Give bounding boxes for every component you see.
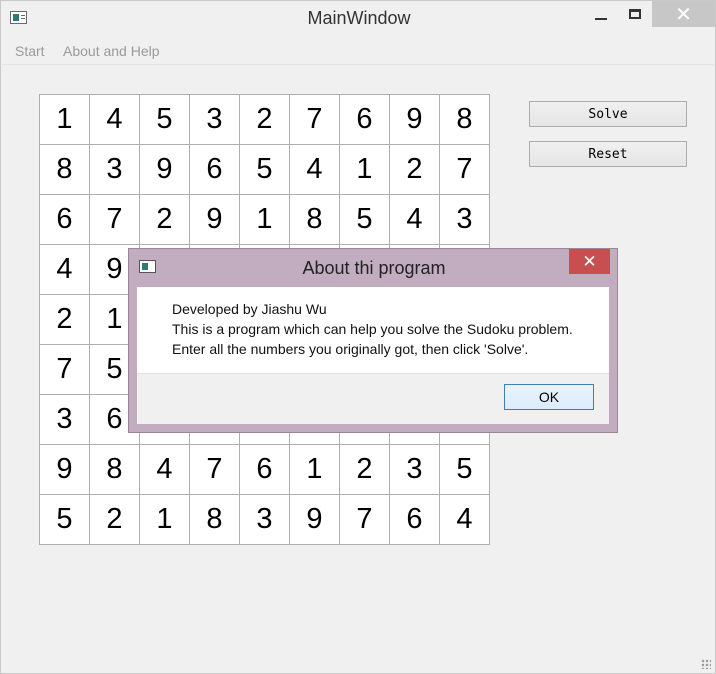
sudoku-cell[interactable]: 3 <box>439 194 490 245</box>
solve-button[interactable]: Solve <box>529 101 687 127</box>
sudoku-cell[interactable]: 2 <box>89 494 140 545</box>
sudoku-cell[interactable]: 9 <box>189 194 240 245</box>
sudoku-cell[interactable]: 9 <box>39 444 90 495</box>
dialog-message-line: Developed by Jiashu Wu <box>172 301 327 317</box>
sudoku-cell[interactable]: 5 <box>39 494 90 545</box>
sudoku-cell[interactable]: 4 <box>89 94 140 145</box>
sudoku-cell[interactable]: 3 <box>39 394 90 445</box>
sudoku-cell[interactable]: 6 <box>339 94 390 145</box>
sudoku-cell[interactable]: 5 <box>139 94 190 145</box>
menu-start[interactable]: Start <box>15 43 45 59</box>
sudoku-cell[interactable]: 4 <box>439 494 490 545</box>
sudoku-cell[interactable]: 2 <box>139 194 190 245</box>
minimize-button[interactable] <box>584 1 618 27</box>
sudoku-cell[interactable]: 8 <box>439 94 490 145</box>
sudoku-cell[interactable]: 3 <box>239 494 290 545</box>
sudoku-cell[interactable]: 4 <box>139 444 190 495</box>
sudoku-cell[interactable]: 7 <box>289 94 340 145</box>
menu-about-and-help[interactable]: About and Help <box>63 43 160 59</box>
sudoku-cell[interactable]: 2 <box>39 294 90 345</box>
minimize-icon <box>595 18 607 20</box>
sudoku-cell[interactable]: 8 <box>189 494 240 545</box>
dialog-close-button[interactable]: ✕ <box>569 249 610 274</box>
sudoku-cell[interactable]: 8 <box>289 194 340 245</box>
sudoku-cell[interactable]: 9 <box>139 144 190 195</box>
sudoku-cell[interactable]: 1 <box>39 94 90 145</box>
sudoku-cell[interactable]: 8 <box>39 144 90 195</box>
dialog-title: About thi program <box>302 258 446 278</box>
sudoku-cell[interactable]: 3 <box>389 444 440 495</box>
sudoku-cell[interactable]: 1 <box>139 494 190 545</box>
dialog-message-line: This is a program which can help you sol… <box>172 321 573 337</box>
dialog-message-area: Developed by Jiashu Wu This is a program… <box>137 287 609 373</box>
sudoku-cell[interactable]: 9 <box>289 494 340 545</box>
sudoku-cell[interactable]: 9 <box>389 94 440 145</box>
maximize-icon <box>629 9 641 19</box>
sudoku-cell[interactable]: 5 <box>339 194 390 245</box>
resize-grip-icon[interactable] <box>701 659 711 669</box>
about-dialog: About thi program ✕ Developed by Jiashu … <box>128 248 618 433</box>
sudoku-cell[interactable]: 5 <box>439 444 490 495</box>
sudoku-cell[interactable]: 8 <box>89 444 140 495</box>
sudoku-cell[interactable]: 1 <box>239 194 290 245</box>
close-button[interactable]: ✕ <box>652 1 715 27</box>
sudoku-cell[interactable]: 4 <box>389 194 440 245</box>
dialog-message-line: Enter all the numbers you originally got… <box>172 341 529 357</box>
title-bar[interactable]: MainWindow ✕ <box>1 1 715 36</box>
sudoku-cell[interactable]: 7 <box>89 194 140 245</box>
sudoku-cell[interactable]: 2 <box>339 444 390 495</box>
sudoku-cell[interactable]: 7 <box>39 344 90 395</box>
close-icon: ✕ <box>675 3 692 26</box>
sudoku-cell[interactable]: 6 <box>389 494 440 545</box>
sudoku-cell[interactable]: 1 <box>289 444 340 495</box>
sudoku-cell[interactable]: 1 <box>339 144 390 195</box>
dialog-button-bar: OK <box>137 373 609 424</box>
maximize-button[interactable] <box>618 1 652 27</box>
close-icon: ✕ <box>582 251 597 271</box>
sudoku-cell[interactable]: 4 <box>289 144 340 195</box>
sudoku-cell[interactable]: 7 <box>439 144 490 195</box>
sudoku-cell[interactable]: 7 <box>189 444 240 495</box>
sudoku-cell[interactable]: 6 <box>239 444 290 495</box>
sudoku-cell[interactable]: 7 <box>339 494 390 545</box>
sudoku-cell[interactable]: 3 <box>89 144 140 195</box>
menu-bar: Start About and Help <box>2 38 714 65</box>
sudoku-cell[interactable]: 2 <box>389 144 440 195</box>
sudoku-cell[interactable]: 5 <box>239 144 290 195</box>
ok-button[interactable]: OK <box>504 384 594 410</box>
sudoku-cell[interactable]: 3 <box>189 94 240 145</box>
sudoku-cell[interactable]: 6 <box>39 194 90 245</box>
reset-button[interactable]: Reset <box>529 141 687 167</box>
sudoku-cell[interactable]: 6 <box>189 144 240 195</box>
sudoku-cell[interactable]: 4 <box>39 244 90 295</box>
sudoku-cell[interactable]: 2 <box>239 94 290 145</box>
